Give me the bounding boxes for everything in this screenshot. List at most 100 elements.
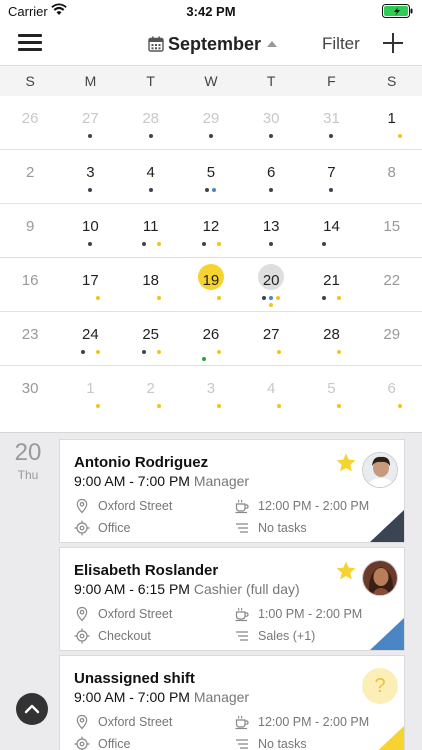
break-row: 12:00 PM - 2:00 PM <box>234 498 369 514</box>
calendar-day[interactable]: 1 <box>60 366 120 426</box>
calendar-day[interactable]: 13 <box>241 204 301 257</box>
calendar-day[interactable]: 25 <box>121 312 181 365</box>
calendar-day[interactable]: 14 <box>301 204 361 257</box>
calendar-day[interactable]: 16 <box>0 258 60 311</box>
calendar-day[interactable]: 4 <box>241 366 301 426</box>
calendar-day[interactable]: 11 <box>121 204 181 257</box>
calendar-day[interactable]: 31 <box>301 96 361 149</box>
status-bar: Carrier 3:42 PM <box>0 0 422 22</box>
calendar-week: 30 1 2 3 4 5 6 <box>0 366 422 426</box>
calendar-week: 26 27 28 29 30 31 1 <box>0 96 422 150</box>
calendar-day[interactable]: 9 <box>0 204 60 257</box>
calendar-day[interactable]: 6 <box>241 150 301 203</box>
calendar-day[interactable]: 27 <box>60 96 120 149</box>
calendar-day[interactable]: 18 <box>121 258 181 311</box>
weekday-label: W <box>204 73 218 89</box>
calendar-day[interactable]: 21 <box>301 258 361 311</box>
location-row: Oxford Street <box>74 606 172 622</box>
calendar-day[interactable]: 28 <box>301 312 361 365</box>
location-pin-icon <box>76 714 88 730</box>
calendar-day[interactable]: 26 <box>181 312 241 365</box>
location-row: Oxford Street <box>74 498 172 514</box>
calendar-day[interactable]: 5 <box>301 366 361 426</box>
crosshair-icon <box>74 628 90 644</box>
shift-card[interactable]: Antonio Rodriguez 9:00 AM - 7:00 PM Mana… <box>59 439 405 543</box>
location-row: Oxford Street <box>74 714 172 730</box>
calendar-day[interactable]: 2 <box>0 150 60 203</box>
calendar-day[interactable]: 22 <box>362 258 422 311</box>
clock: 3:42 PM <box>186 4 236 19</box>
shift-color-tag <box>370 510 404 542</box>
calendar-day[interactable]: 7 <box>301 150 361 203</box>
employee-avatar <box>362 560 398 596</box>
calendar-day[interactable]: 28 <box>121 96 181 149</box>
calendar-day[interactable]: 6 <box>362 366 422 426</box>
shift-role: Manager <box>193 473 250 489</box>
calendar-day[interactable]: 24 <box>60 312 120 365</box>
star-icon[interactable] <box>335 452 357 474</box>
shift-role: Cashier (full day) <box>193 581 300 597</box>
selected-date: 20 Thu <box>8 439 48 482</box>
tasks-list-icon <box>236 631 248 641</box>
weekday-label: S <box>25 73 35 89</box>
coffee-cup-icon <box>235 607 249 622</box>
calendar-day[interactable]: 29 <box>181 96 241 149</box>
calendar-day[interactable]: 15 <box>362 204 422 257</box>
calendar-day-selected[interactable]: 20 <box>241 258 301 311</box>
shift-role: Manager <box>193 689 250 705</box>
calendar-day[interactable]: 29 <box>362 312 422 365</box>
calendar-day[interactable]: 27 <box>241 312 301 365</box>
calendar-day[interactable]: 3 <box>60 150 120 203</box>
position-row: Checkout <box>74 628 151 644</box>
shift-title: Unassigned shift <box>74 670 195 687</box>
employee-avatar <box>362 452 398 488</box>
tasks-row: Sales (+1) <box>234 628 315 644</box>
hamburger-menu-icon[interactable] <box>18 34 42 54</box>
calendar-day[interactable]: 5 <box>181 150 241 203</box>
calendar-day[interactable]: 3 <box>181 366 241 426</box>
calendar-icon <box>148 36 164 52</box>
calendar-day[interactable]: 2 <box>121 366 181 426</box>
shift-color-tag <box>370 726 404 750</box>
weekday-label: S <box>387 73 397 89</box>
calendar-day[interactable]: 26 <box>0 96 60 149</box>
filter-button[interactable]: Filter <box>322 34 360 54</box>
calendar-day[interactable]: 4 <box>121 150 181 203</box>
selected-date-weekday: Thu <box>17 468 39 482</box>
weekday-label: M <box>84 73 97 89</box>
location-pin-icon <box>76 606 88 622</box>
shift-card[interactable]: Elisabeth Roslander 9:00 AM - 6:15 PM Ca… <box>59 547 405 651</box>
calendar-day[interactable]: 30 <box>241 96 301 149</box>
shift-hours: 9:00 AM - 7:00 PM Manager <box>74 473 250 489</box>
calendar-day[interactable]: 23 <box>0 312 60 365</box>
weekday-label: T <box>266 73 276 89</box>
calendar-day[interactable]: 10 <box>60 204 120 257</box>
caret-up-icon <box>267 41 278 47</box>
month-selector-button[interactable]: September <box>148 32 278 56</box>
star-icon[interactable] <box>335 560 357 582</box>
tasks-row: No tasks <box>234 736 307 750</box>
selected-date-number: 20 <box>14 439 42 466</box>
position-row: Office <box>74 520 130 536</box>
calendar-week: 16 17 18 19 20 21 22 <box>0 258 422 312</box>
add-icon[interactable] <box>382 32 404 54</box>
calendar-day[interactable]: 12 <box>181 204 241 257</box>
calendar-day-today[interactable]: 19 <box>181 258 241 311</box>
calendar-day[interactable]: 30 <box>0 366 60 426</box>
month-grid: 26 27 28 29 30 31 1 2 3 4 5 6 7 8 9 10 1… <box>0 96 422 426</box>
month-label: September <box>168 33 262 54</box>
shift-hours: 9:00 AM - 6:15 PM Cashier (full day) <box>74 581 300 597</box>
employee-name: Elisabeth Roslander <box>74 562 219 579</box>
calendar-day[interactable]: 8 <box>362 150 422 203</box>
break-row: 12:00 PM - 2:00 PM <box>234 714 369 730</box>
weekday-label: F <box>327 73 336 89</box>
toolbar: September Filter <box>0 22 422 66</box>
crosshair-icon <box>74 520 90 536</box>
shift-list: 20 Thu Antonio Rodriguez 9:00 AM - 7:00 … <box>0 432 422 750</box>
calendar-day[interactable]: 17 <box>60 258 120 311</box>
unassigned-placeholder-icon: ? <box>362 668 398 704</box>
chevron-up-icon <box>24 704 40 714</box>
shift-card[interactable]: Unassigned shift 9:00 AM - 7:00 PM Manag… <box>59 655 405 750</box>
scroll-to-top-button[interactable] <box>16 693 48 725</box>
calendar-day[interactable]: 1 <box>362 96 422 149</box>
